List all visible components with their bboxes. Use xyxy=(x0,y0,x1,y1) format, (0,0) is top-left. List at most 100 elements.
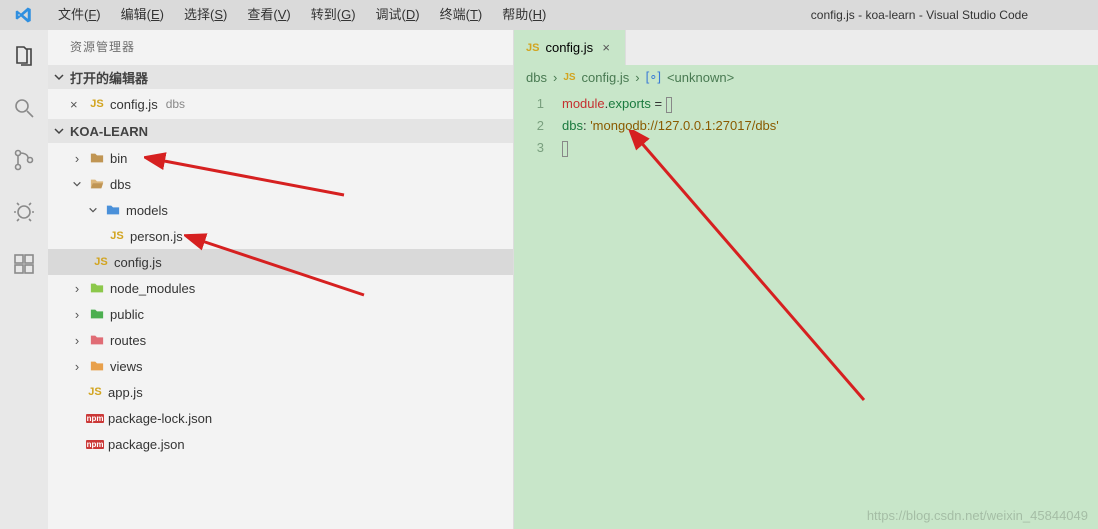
tree-label: config.js xyxy=(114,255,162,270)
breadcrumb-seg[interactable]: <unknown> xyxy=(667,70,734,85)
chevron-down-icon xyxy=(86,203,100,218)
chevron-down-icon xyxy=(52,124,66,138)
breadcrumbs[interactable]: dbs › JS config.js › [∘] <unknown> xyxy=(514,65,1098,89)
chevron-down-icon xyxy=(52,70,66,84)
chevron-down-icon xyxy=(70,177,84,192)
tree-item-routes[interactable]: › routes xyxy=(48,327,513,353)
tree-item-nodemodules[interactable]: › node_modules xyxy=(48,275,513,301)
tree-label: node_modules xyxy=(110,281,195,296)
close-icon[interactable]: × xyxy=(599,40,613,55)
line-number: 1 xyxy=(514,93,544,115)
tree-label: views xyxy=(110,359,143,374)
folder-icon xyxy=(88,151,106,165)
workspace-header[interactable]: KOA-LEARN xyxy=(48,119,513,143)
folder-node-icon xyxy=(88,281,106,295)
line-gutter: 1 2 3 xyxy=(514,89,562,529)
menu-edit[interactable]: 编辑(E) xyxy=(111,0,174,30)
js-file-icon: JS xyxy=(92,256,110,268)
menu-view[interactable]: 查看(V) xyxy=(237,0,300,30)
tree-item-views[interactable]: › views xyxy=(48,353,513,379)
js-file-icon: JS xyxy=(563,72,575,83)
watermark-text: https://blog.csdn.net/weixin_45844049 xyxy=(867,508,1088,523)
tree-label: person.js xyxy=(130,229,183,244)
window-title: config.js - koa-learn - Visual Studio Co… xyxy=(556,8,1098,22)
code-line[interactable] xyxy=(562,137,779,159)
code-editor[interactable]: 1 2 3 module.exports = dbs: 'mongodb://1… xyxy=(514,89,1098,529)
explorer-sidebar: 资源管理器 打开的编辑器 × JS config.js dbs KOA-LEAR… xyxy=(48,30,514,529)
folder-open-icon xyxy=(88,177,106,191)
folder-model-icon xyxy=(104,203,122,217)
code-line[interactable]: module.exports = xyxy=(562,93,779,115)
menu-debug[interactable]: 调试(D) xyxy=(366,0,430,30)
vscode-logo-icon xyxy=(0,6,48,24)
js-file-icon: JS xyxy=(108,230,126,242)
tab-config[interactable]: JS config.js × xyxy=(514,30,626,65)
chevron-right-icon: › xyxy=(70,333,84,348)
search-icon[interactable] xyxy=(0,88,48,128)
activity-bar xyxy=(0,30,48,529)
chevron-right-icon: › xyxy=(70,281,84,296)
tree-label: routes xyxy=(110,333,146,348)
tree-label: app.js xyxy=(108,385,143,400)
npm-file-icon: npm xyxy=(86,440,104,449)
menu-selection[interactable]: 选择(S) xyxy=(174,0,237,30)
open-editor-name: config.js xyxy=(110,97,158,112)
menu-file[interactable]: 文件(F) xyxy=(48,0,111,30)
tree-item-models[interactable]: models xyxy=(48,197,513,223)
editor-area: JS config.js × dbs › JS config.js › [∘] … xyxy=(514,30,1098,529)
tree-label: dbs xyxy=(110,177,131,192)
chevron-right-icon: › xyxy=(70,307,84,322)
code-lines[interactable]: module.exports = dbs: 'mongodb://127.0.0… xyxy=(562,89,779,529)
workspace-label: KOA-LEARN xyxy=(70,124,148,139)
line-number: 3 xyxy=(514,137,544,159)
code-line[interactable]: dbs: 'mongodb://127.0.0.1:27017/dbs' xyxy=(562,115,779,137)
tree-item-app[interactable]: JS app.js xyxy=(48,379,513,405)
tree-label: package.json xyxy=(108,437,185,452)
tree-label: models xyxy=(126,203,168,218)
scm-icon[interactable] xyxy=(0,140,48,180)
tab-label: config.js xyxy=(545,40,593,55)
js-file-icon: JS xyxy=(88,98,106,110)
open-editors-label: 打开的编辑器 xyxy=(70,68,148,87)
chevron-right-icon: › xyxy=(70,359,84,374)
folder-views-icon xyxy=(88,359,106,373)
js-file-icon: JS xyxy=(86,386,104,398)
tree-label: public xyxy=(110,307,144,322)
extensions-icon[interactable] xyxy=(0,244,48,284)
tree-item-dbs[interactable]: dbs xyxy=(48,171,513,197)
tree-item-bin[interactable]: › bin xyxy=(48,145,513,171)
sidebar-title: 资源管理器 xyxy=(48,30,513,65)
tree-item-pkg[interactable]: npm package.json xyxy=(48,431,513,457)
npm-file-icon: npm xyxy=(86,414,104,423)
tree-item-pkglock[interactable]: npm package-lock.json xyxy=(48,405,513,431)
menu-help[interactable]: 帮助(H) xyxy=(492,0,556,30)
tree-item-person[interactable]: JS person.js xyxy=(48,223,513,249)
tree-label: bin xyxy=(110,151,127,166)
explorer-icon[interactable] xyxy=(0,36,48,76)
folder-routes-icon xyxy=(88,333,106,347)
tree-item-config[interactable]: JS config.js xyxy=(48,249,513,275)
chevron-right-icon: › xyxy=(553,70,557,85)
close-icon[interactable]: × xyxy=(70,97,84,112)
tree-label: package-lock.json xyxy=(108,411,212,426)
title-bar: 文件(F) 编辑(E) 选择(S) 查看(V) 转到(G) 调试(D) 终端(T… xyxy=(0,0,1098,30)
symbol-icon: [∘] xyxy=(646,69,661,85)
tab-bar: JS config.js × xyxy=(514,30,1098,65)
breadcrumb-seg[interactable]: config.js xyxy=(582,70,630,85)
breadcrumb-seg[interactable]: dbs xyxy=(526,70,547,85)
menu-terminal[interactable]: 终端(T) xyxy=(430,0,493,30)
menu-go[interactable]: 转到(G) xyxy=(301,0,366,30)
tree-item-public[interactable]: › public xyxy=(48,301,513,327)
line-number: 2 xyxy=(514,115,544,137)
brace-open-icon xyxy=(666,97,672,113)
menu-bar: 文件(F) 编辑(E) 选择(S) 查看(V) 转到(G) 调试(D) 终端(T… xyxy=(48,0,556,30)
chevron-right-icon: › xyxy=(70,151,84,166)
open-editors-header[interactable]: 打开的编辑器 xyxy=(48,65,513,89)
debug-icon[interactable] xyxy=(0,192,48,232)
folder-public-icon xyxy=(88,307,106,321)
open-editor-item[interactable]: × JS config.js dbs xyxy=(48,91,513,117)
open-editor-path: dbs xyxy=(166,97,185,111)
js-file-icon: JS xyxy=(526,42,539,54)
brace-close-icon xyxy=(562,141,568,157)
chevron-right-icon: › xyxy=(635,70,639,85)
